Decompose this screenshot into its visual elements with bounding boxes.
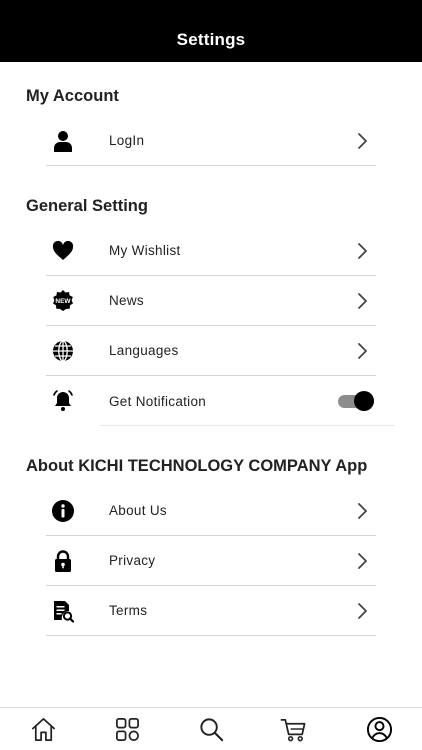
info-icon [46, 494, 80, 528]
tab-search[interactable] [196, 714, 226, 744]
search-icon [199, 717, 223, 741]
section-title-my-account: My Account [26, 87, 119, 105]
document-search-icon [46, 594, 80, 628]
bottom-tab-bar [0, 707, 422, 750]
settings-item-label: About Us [109, 503, 167, 518]
new-badge-text: NEW [55, 298, 71, 305]
settings-item-languages[interactable]: Languages [46, 326, 376, 376]
settings-item-notification: Get Notification [46, 376, 376, 426]
page-title: Settings [176, 30, 246, 49]
settings-item-privacy[interactable]: Privacy [46, 536, 376, 586]
globe-icon [46, 334, 80, 368]
settings-item-label: Get Notification [109, 393, 207, 409]
chevron-right-icon [358, 342, 367, 359]
chevron-right-icon [358, 132, 367, 149]
settings-item-label: My Wishlist [109, 243, 181, 258]
user-icon [46, 124, 80, 158]
chevron-right-icon [358, 502, 367, 519]
lock-icon [46, 544, 80, 578]
settings-item-label: Terms [109, 603, 148, 618]
settings-item-label: Privacy [109, 553, 156, 568]
settings-item-terms[interactable]: Terms [46, 586, 376, 636]
settings-item-label: News [109, 293, 144, 308]
chevron-right-icon [358, 602, 367, 619]
settings-item-label: Languages [109, 343, 179, 358]
settings-item-wishlist[interactable]: My Wishlist [46, 226, 376, 276]
chevron-right-icon [358, 292, 367, 309]
toggle-knob [354, 391, 374, 411]
notification-toggle[interactable] [338, 390, 378, 412]
tab-categories[interactable] [112, 714, 142, 744]
bell-icon [46, 384, 80, 418]
profile-icon [366, 716, 392, 742]
chevron-right-icon [358, 552, 367, 569]
home-icon [31, 717, 55, 741]
section-title-about-app: About KICHI TECHNOLOGY COMPANY App [26, 457, 368, 475]
chevron-right-icon [358, 242, 367, 259]
section-title-general-setting: General Setting [26, 197, 148, 215]
tab-home[interactable] [28, 714, 58, 744]
new-badge-icon: NEW [46, 284, 80, 318]
settings-item-label: LogIn [109, 133, 145, 148]
settings-item-news[interactable]: NEW News [46, 276, 376, 326]
tab-profile[interactable] [364, 714, 394, 744]
categories-icon [115, 717, 139, 741]
cart-icon [280, 718, 305, 741]
top-bar: Settings [0, 0, 422, 62]
tab-cart[interactable] [278, 714, 308, 744]
divider [100, 425, 395, 426]
heart-icon [46, 234, 80, 268]
settings-item-about-us[interactable]: About Us [46, 486, 376, 536]
settings-item-login[interactable]: LogIn [46, 116, 376, 166]
